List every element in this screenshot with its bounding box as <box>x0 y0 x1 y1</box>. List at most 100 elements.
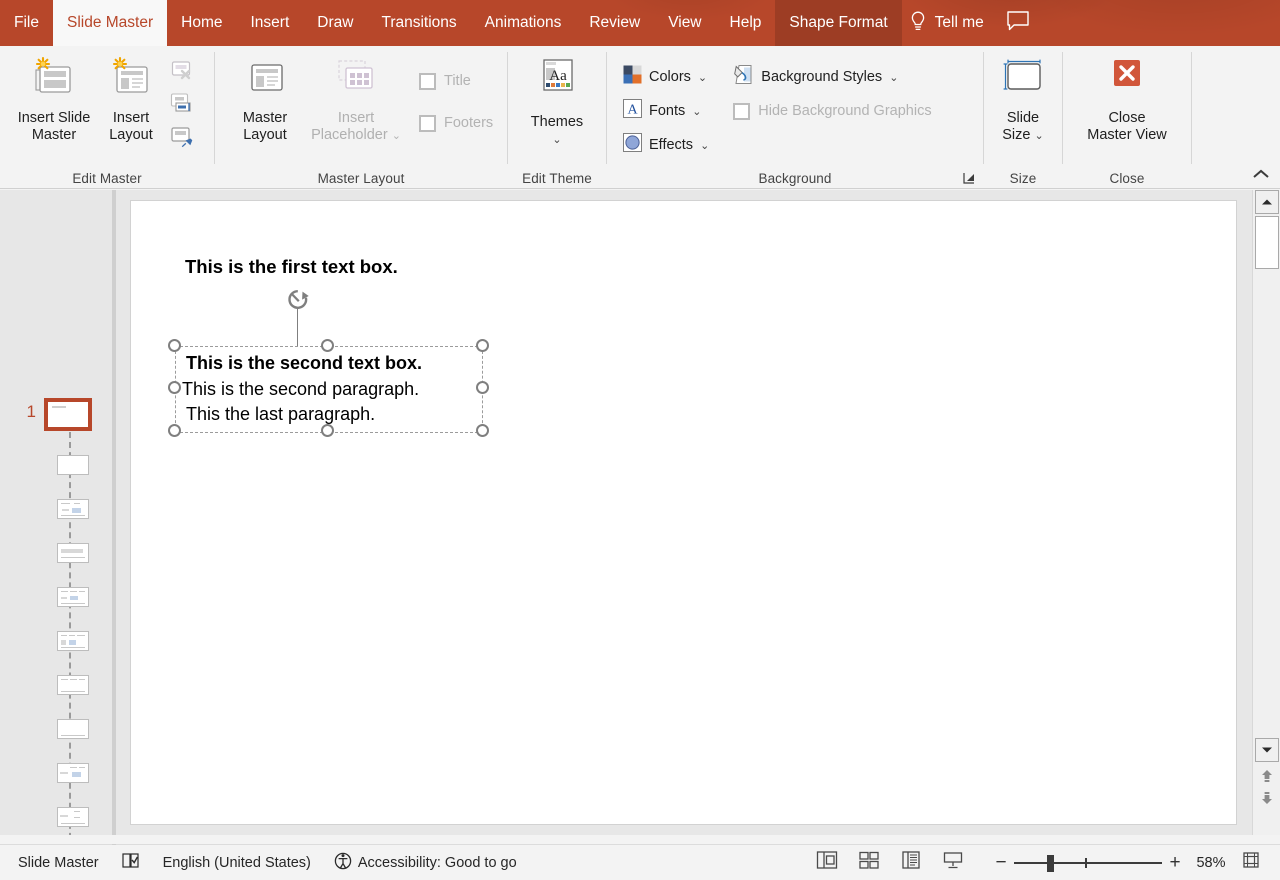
tab-help[interactable]: Help <box>716 0 776 46</box>
ribbon-group-edit-theme: Aa Themes ⌄ Edit Theme <box>508 46 606 189</box>
checkbox-hide-background-graphics[interactable]: Hide Background Graphics <box>733 94 932 128</box>
thumbnail-layout-8[interactable] <box>57 763 89 783</box>
zoom-slider[interactable] <box>1014 849 1162 877</box>
thumbnail-slide-master[interactable] <box>44 398 92 431</box>
next-slide-button[interactable] <box>1258 790 1276 810</box>
textbox-2-selected[interactable]: This is the second text box. This is the… <box>175 346 483 433</box>
slide-master-thumbnail-pane[interactable]: 1 <box>0 190 112 835</box>
checkbox-footers-label: Footers <box>444 115 494 131</box>
slide-canvas-area[interactable]: This is the first text box. This is the … <box>116 190 1252 835</box>
tab-insert-label: Insert <box>250 14 290 31</box>
tell-me-box[interactable]: Tell me <box>902 0 996 46</box>
textbox-2-line-1: This is the second text box. <box>186 353 423 373</box>
close-master-view-label: Close Master View <box>1087 110 1167 143</box>
resize-handle-top-right[interactable] <box>476 339 489 352</box>
theme-colors-menu[interactable]: Colors ⌄ <box>623 60 709 94</box>
view-normal-button[interactable] <box>806 848 848 878</box>
slide-size-button[interactable]: Slide Size ⌄ <box>988 52 1058 145</box>
spellcheck-icon <box>121 852 141 874</box>
tab-shape-format[interactable]: Shape Format <box>775 0 902 46</box>
chevron-down-icon: ⌄ <box>697 71 708 84</box>
checkbox-title[interactable]: Title <box>419 66 493 96</box>
tab-view[interactable]: View <box>654 0 715 46</box>
thumbnail-layout-9[interactable] <box>57 807 89 827</box>
background-styles-menu[interactable]: Background Styles ⌄ <box>733 60 931 94</box>
chevron-down-icon: ⌄ <box>889 71 899 84</box>
comments-button[interactable] <box>996 0 1050 46</box>
scroll-down-icon <box>1261 741 1273 759</box>
thumbnail-layout-3[interactable] <box>57 543 89 563</box>
scrollbar-thumb[interactable] <box>1255 216 1279 269</box>
thumbnail-layout-7[interactable] <box>57 719 89 739</box>
tab-file-label: File <box>14 14 39 31</box>
tab-slide-master[interactable]: Slide Master <box>52 0 168 46</box>
textbox-1[interactable]: This is the first text box. <box>185 256 398 278</box>
insert-placeholder-button[interactable]: Insert Placeholder ⌄ <box>301 52 411 145</box>
status-view-name-label: Slide Master <box>18 854 99 871</box>
thumbnail-layout-6[interactable] <box>57 675 89 695</box>
resize-handle-top-left[interactable] <box>168 339 181 352</box>
tab-draw[interactable]: Draw <box>303 0 367 46</box>
hide-background-graphics-checkbox-box <box>733 102 751 120</box>
collapse-ribbon-button[interactable] <box>1248 165 1274 187</box>
scroll-up-icon <box>1261 193 1273 211</box>
slide-size-icon <box>995 56 1051 105</box>
tab-transitions[interactable]: Transitions <box>367 0 470 46</box>
status-view-name[interactable]: Slide Master <box>18 855 99 871</box>
view-reading-button[interactable] <box>890 848 932 878</box>
normal-view-icon <box>816 850 838 875</box>
chevron-up-icon <box>1252 167 1270 185</box>
spellcheck-status[interactable] <box>121 852 141 874</box>
master-layout-icon <box>240 56 290 105</box>
view-slide-sorter-button[interactable] <box>848 848 890 878</box>
themes-button[interactable]: Aa Themes ⌄ <box>517 52 597 149</box>
language-status[interactable]: English (United States) <box>163 855 311 871</box>
chevron-down-icon: ⌄ <box>700 139 710 152</box>
theme-fonts-menu[interactable]: A Fonts ⌄ <box>623 94 709 128</box>
resize-handle-bottom-center[interactable] <box>321 424 334 437</box>
tab-review[interactable]: Review <box>575 0 654 46</box>
rename-master-icon[interactable] <box>166 89 200 119</box>
view-slideshow-button[interactable] <box>932 848 974 878</box>
background-dialog-launcher[interactable] <box>961 170 977 186</box>
zoom-out-button[interactable]: − <box>988 849 1014 877</box>
slide-master-canvas[interactable]: This is the first text box. This is the … <box>130 200 1237 825</box>
resize-handle-middle-left[interactable] <box>168 381 181 394</box>
insert-layout-button[interactable]: Insert Layout <box>98 52 164 144</box>
group-title-close: Close <box>1109 171 1145 186</box>
scroll-down-button[interactable] <box>1255 738 1279 762</box>
resize-handle-bottom-left[interactable] <box>168 424 181 437</box>
thumbnail-layout-2[interactable] <box>57 499 89 519</box>
theme-fonts-icon: A <box>623 99 642 123</box>
thumbnail-layout-5[interactable] <box>57 631 89 651</box>
zoom-in-button[interactable]: + <box>1162 849 1188 877</box>
powerpoint-window: File Slide Master Home Insert Draw Trans… <box>0 0 1280 880</box>
tab-home[interactable]: Home <box>167 0 236 46</box>
resize-handle-top-center[interactable] <box>321 339 334 352</box>
insert-slide-master-button[interactable]: Insert Slide Master <box>12 52 96 144</box>
fit-to-window-button[interactable] <box>1234 848 1268 878</box>
tab-insert[interactable]: Insert <box>237 0 304 46</box>
delete-master-icon[interactable] <box>166 56 200 86</box>
reading-view-icon <box>900 850 922 875</box>
rotate-handle[interactable] <box>283 287 313 318</box>
thumbnail-layout-4[interactable] <box>57 587 89 607</box>
checkbox-footers[interactable]: Footers <box>419 108 493 138</box>
master-layout-button[interactable]: Master Layout <box>229 52 301 144</box>
resize-handle-bottom-right[interactable] <box>476 424 489 437</box>
tab-file[interactable]: File <box>0 0 53 46</box>
zoom-level-label[interactable]: 58% <box>1188 855 1234 871</box>
vertical-scrollbar[interactable] <box>1252 190 1280 835</box>
zoom-slider-knob[interactable] <box>1047 854 1054 872</box>
resize-handle-middle-right[interactable] <box>476 381 489 394</box>
theme-effects-menu[interactable]: Effects ⌄ <box>623 128 709 162</box>
tab-help-label: Help <box>729 14 762 31</box>
preserve-master-icon[interactable] <box>166 122 200 152</box>
scroll-up-button[interactable] <box>1255 190 1279 214</box>
accessibility-status[interactable]: Accessibility: Good to go <box>333 851 517 875</box>
thumbnail-layout-1[interactable] <box>57 455 89 475</box>
close-master-view-button[interactable]: Close Master View <box>1066 52 1188 144</box>
tab-animations[interactable]: Animations <box>471 0 576 46</box>
previous-slide-button[interactable] <box>1258 768 1276 788</box>
theme-part-menus: Colors ⌄ A Fonts ⌄ Effects ⌄ <box>623 52 709 162</box>
